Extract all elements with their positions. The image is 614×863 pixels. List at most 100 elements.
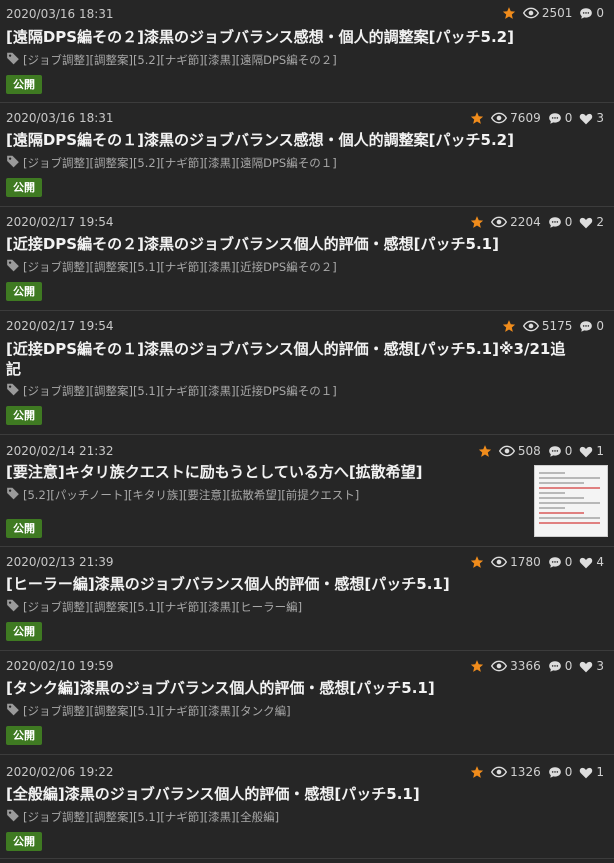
like-count: 3	[596, 111, 604, 125]
post-title[interactable]: [近接DPS編その１]漆黒のジョブバランス個人的評価・感想[パッチ5.1]※3/…	[6, 339, 565, 360]
tag-list[interactable]: [ジョブ調整][調整案][5.2][ナギ節][漆黒][遠隔DPS編その２]	[23, 52, 337, 68]
post-stats: 2501 0	[502, 6, 604, 20]
tag-list[interactable]: [ジョブ調整][調整案][5.1][ナギ節][漆黒][ヒーラー編]	[23, 599, 302, 615]
like-count: 1	[596, 444, 604, 458]
post-date: 2020/02/10 19:59	[6, 659, 114, 673]
post-item[interactable]: 2020/02/10 19:59 3366 0 3 [タンク編]漆黒のジョブバラ…	[0, 651, 614, 755]
tag-list[interactable]: [ジョブ調整][調整案][5.1][ナギ節][漆黒][近接DPS編その２]	[23, 259, 337, 275]
public-badge: 公開	[6, 75, 42, 94]
public-badge: 公開	[6, 622, 42, 641]
post-tags: [5.2][パッチノート][キタリ族][要注意][拡散希望][前提クエスト]	[6, 486, 359, 503]
heart-icon[interactable]	[579, 112, 593, 125]
star-icon[interactable]	[470, 659, 484, 673]
like-count: 2	[596, 215, 604, 229]
tag-list[interactable]: [ジョブ調整][調整案][5.1][ナギ節][漆黒][タンク編]	[23, 703, 291, 719]
post-date: 2020/02/13 21:39	[6, 555, 114, 569]
post-stats: 7609 0 3	[470, 111, 604, 125]
tag-icon	[6, 154, 20, 171]
comment-icon	[548, 556, 562, 569]
star-icon[interactable]	[470, 555, 484, 569]
comment-count: 0	[564, 659, 573, 673]
eye-icon	[522, 7, 539, 19]
post-item[interactable]: 2020/03/16 18:31 2501 0 [遠隔DPS編その２]漆黒のジョ…	[0, 0, 614, 103]
comment-count: 0	[596, 319, 604, 333]
post-item[interactable]: 2020/02/14 21:32 508 0 1 [要注意]キタリ族クエストに励…	[0, 435, 614, 547]
heart-icon[interactable]	[579, 766, 593, 779]
comment-icon	[548, 766, 562, 779]
eye-icon	[498, 445, 515, 457]
tag-icon	[6, 486, 20, 503]
post-title[interactable]: [タンク編]漆黒のジョブバランス個人的評価・感想[パッチ5.1]	[6, 678, 435, 699]
star-icon[interactable]	[502, 6, 516, 20]
tag-icon	[6, 808, 20, 825]
comment-count: 0	[564, 765, 573, 779]
view-count: 7609	[510, 111, 541, 125]
view-count: 1326	[510, 765, 541, 779]
star-icon[interactable]	[470, 111, 484, 125]
view-count: 2204	[510, 215, 541, 229]
comment-icon	[548, 445, 562, 458]
post-date: 2020/02/06 19:22	[6, 765, 114, 779]
like-count: 4	[596, 555, 604, 569]
comment-count: 0	[564, 215, 573, 229]
public-badge: 公開	[6, 406, 42, 425]
eye-icon	[491, 112, 508, 124]
view-count: 5175	[541, 319, 573, 333]
post-title[interactable]: [要注意]キタリ族クエストに励もうとしている方へ[拡散希望]	[6, 462, 423, 483]
post-title[interactable]: [ヒーラー編]漆黒のジョブバランス個人的評価・感想[パッチ5.1]	[6, 574, 450, 595]
view-count: 1780	[510, 555, 541, 569]
tag-list[interactable]: [ジョブ調整][調整案][5.2][ナギ節][漆黒][遠隔DPS編その１]	[23, 155, 337, 171]
star-icon[interactable]	[470, 765, 484, 779]
post-item[interactable]: 2020/02/17 19:54 5175 0 [近接DPS編その１]漆黒のジョ…	[0, 311, 614, 435]
post-title-continued[interactable]: 記	[6, 359, 21, 380]
eye-icon	[491, 766, 508, 778]
post-tags: [ジョブ調整][調整案][5.1][ナギ節][漆黒][ヒーラー編]	[6, 598, 302, 615]
view-count: 508	[517, 444, 541, 458]
post-tags: [ジョブ調整][調整案][5.1][ナギ節][漆黒][タンク編]	[6, 702, 291, 719]
comment-count: 0	[564, 555, 573, 569]
heart-icon[interactable]	[579, 660, 593, 673]
comment-icon	[548, 660, 562, 673]
tag-list[interactable]: [ジョブ調整][調整案][5.1][ナギ節][漆黒][近接DPS編その１]	[23, 383, 337, 399]
post-stats: 1780 0 4	[470, 555, 604, 569]
post-title[interactable]: [遠隔DPS編その２]漆黒のジョブバランス感想・個人的調整案[パッチ5.2]	[6, 27, 514, 48]
eye-icon	[491, 556, 508, 568]
eye-icon	[522, 320, 539, 332]
heart-icon[interactable]	[579, 216, 593, 229]
tag-icon	[6, 702, 20, 719]
post-date: 2020/02/17 19:54	[6, 215, 114, 229]
heart-icon[interactable]	[579, 556, 593, 569]
tag-list[interactable]: [ジョブ調整][調整案][5.1][ナギ節][漆黒][全般編]	[23, 809, 279, 825]
post-date: 2020/03/16 18:31	[6, 7, 114, 21]
post-title[interactable]: [全般編]漆黒のジョブバランス個人的評価・感想[パッチ5.1]	[6, 784, 420, 805]
public-badge: 公開	[6, 282, 42, 301]
star-icon[interactable]	[470, 215, 484, 229]
star-icon[interactable]	[478, 444, 492, 458]
post-tags: [ジョブ調整][調整案][5.2][ナギ節][漆黒][遠隔DPS編その２]	[6, 51, 337, 68]
tag-icon	[6, 382, 20, 399]
heart-icon[interactable]	[579, 445, 593, 458]
comment-count: 0	[564, 444, 573, 458]
post-tags: [ジョブ調整][調整案][5.1][ナギ節][漆黒][全般編]	[6, 808, 279, 825]
post-item[interactable]: 2020/02/17 19:54 2204 0 2 [近接DPS編その２]漆黒の…	[0, 207, 614, 311]
tag-list[interactable]: [5.2][パッチノート][キタリ族][要注意][拡散希望][前提クエスト]	[23, 487, 359, 503]
comment-icon	[548, 112, 562, 125]
public-badge: 公開	[6, 832, 42, 851]
post-stats: 508 0 1	[478, 444, 604, 458]
post-title[interactable]: [遠隔DPS編その１]漆黒のジョブバランス感想・個人的調整案[パッチ5.2]	[6, 130, 514, 151]
comment-count: 0	[564, 111, 573, 125]
post-stats: 2204 0 2	[470, 215, 604, 229]
post-item[interactable]: 2020/02/06 19:22 1326 0 1 [全般編]漆黒のジョブバラン…	[0, 755, 614, 859]
post-title[interactable]: [近接DPS編その２]漆黒のジョブバランス個人的評価・感想[パッチ5.1]	[6, 234, 499, 255]
post-tags: [ジョブ調整][調整案][5.1][ナギ節][漆黒][近接DPS編その１]	[6, 382, 337, 399]
comment-count: 0	[596, 6, 604, 20]
post-item[interactable]: 2020/03/16 18:31 7609 0 3 [遠隔DPS編その１]漆黒の…	[0, 103, 614, 207]
post-item[interactable]: 2020/02/13 21:39 1780 0 4 [ヒーラー編]漆黒のジョブバ…	[0, 547, 614, 651]
post-stats: 5175 0	[502, 319, 604, 333]
comment-icon	[579, 7, 593, 20]
tag-icon	[6, 258, 20, 275]
post-thumbnail[interactable]	[534, 465, 608, 537]
star-icon[interactable]	[502, 319, 516, 333]
view-count: 2501	[541, 6, 573, 20]
post-stats: 1326 0 1	[470, 765, 604, 779]
